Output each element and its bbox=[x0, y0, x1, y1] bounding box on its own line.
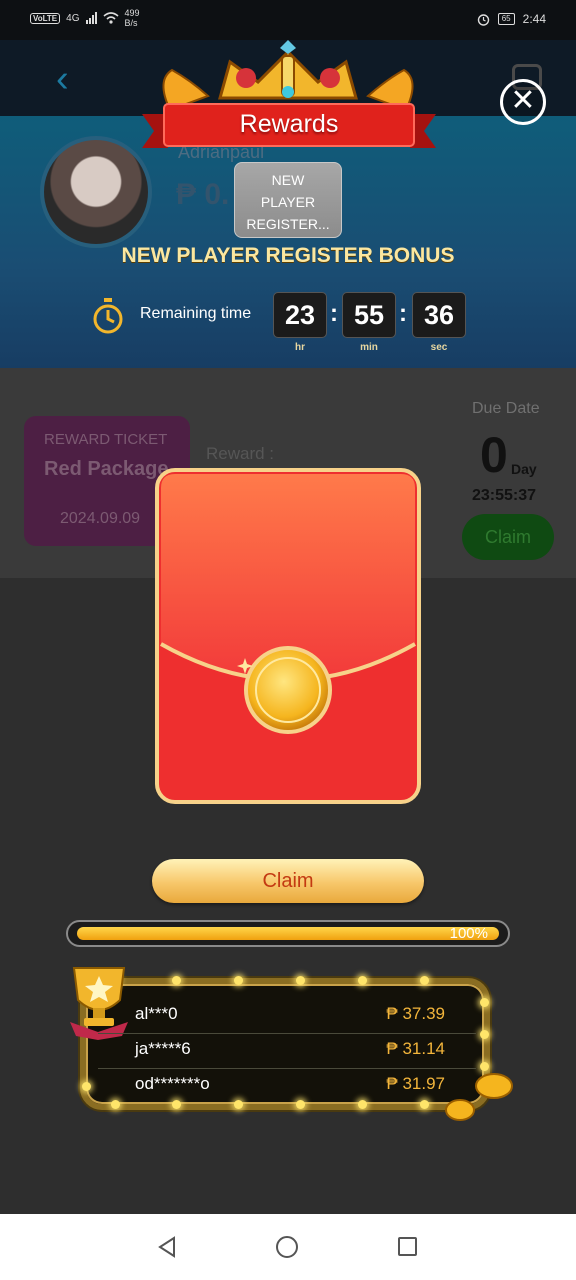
board-light bbox=[82, 1082, 91, 1091]
ticket-label: REWARD TICKET bbox=[44, 431, 168, 448]
timer-minutes-unit: min bbox=[360, 342, 378, 353]
board-light bbox=[480, 998, 489, 1007]
volte-icon: VoLTE bbox=[30, 12, 61, 24]
winner-amount: ₱ 31.97 bbox=[386, 1074, 445, 1093]
ticket-title: Red Package bbox=[44, 458, 169, 480]
board-light bbox=[296, 976, 305, 985]
tooltip-line: PLAYER bbox=[260, 194, 316, 210]
alarm-icon bbox=[477, 13, 489, 26]
avatar bbox=[40, 136, 152, 248]
tooltip-line: REGISTER... bbox=[246, 216, 330, 232]
board-light bbox=[480, 1030, 489, 1039]
board-light bbox=[358, 1100, 367, 1109]
nav-home-icon[interactable] bbox=[276, 1236, 298, 1258]
battery-icon: 65 bbox=[497, 13, 515, 25]
board-light bbox=[234, 976, 243, 985]
board-light bbox=[234, 1100, 243, 1109]
board-light bbox=[358, 976, 367, 985]
winner-name: ja*****6 bbox=[135, 1039, 191, 1058]
timer-colon: : bbox=[330, 300, 338, 327]
back-arrow-icon[interactable]: ‹ bbox=[56, 58, 69, 101]
due-time: 23:55:37 bbox=[472, 487, 537, 504]
timer-seconds-unit: sec bbox=[430, 342, 448, 353]
modal-title: Rewards bbox=[239, 110, 339, 138]
remaining-time-label: Remaining time bbox=[140, 305, 252, 322]
gold-coins-icon bbox=[445, 1073, 513, 1121]
timer-minutes: 55 bbox=[342, 292, 396, 338]
bonus-title: NEW PLAYER REGISTER BONUS bbox=[121, 244, 455, 267]
ticket-date: 2024.09.09 bbox=[60, 510, 141, 527]
ticket-claim-button[interactable]: Claim bbox=[462, 514, 554, 560]
nav-recents-icon[interactable] bbox=[398, 1237, 417, 1256]
board-light bbox=[172, 976, 181, 985]
winner-name: al***0 bbox=[135, 1004, 178, 1023]
winner-amount: ₱ 37.39 bbox=[386, 1004, 445, 1023]
close-button[interactable]: ✕ bbox=[500, 79, 546, 125]
timer-hours-unit: hr bbox=[295, 342, 305, 353]
status-right: 65 2:44 bbox=[477, 12, 546, 26]
progress-fill bbox=[77, 927, 499, 940]
winner-name: od*******o bbox=[135, 1074, 210, 1093]
board-light bbox=[296, 1100, 305, 1109]
wifi-icon bbox=[102, 12, 119, 24]
board-light bbox=[172, 1100, 181, 1109]
due-days: 0 bbox=[480, 427, 508, 483]
trophy-icon bbox=[70, 967, 128, 1040]
signal-icon bbox=[85, 12, 97, 24]
row-divider bbox=[98, 1033, 476, 1034]
timer-hours: 23 bbox=[273, 292, 327, 338]
timer-seconds: 36 bbox=[412, 292, 466, 338]
progress-text: 100% bbox=[449, 925, 488, 942]
winner-row: od*******o ₱ 31.97 bbox=[135, 1070, 445, 1100]
board-light bbox=[111, 1100, 120, 1109]
winner-amount: ₱ 31.14 bbox=[386, 1039, 445, 1058]
red-envelope[interactable] bbox=[155, 468, 421, 804]
row-divider bbox=[98, 1068, 476, 1069]
network-speed: 499 B/s bbox=[124, 8, 140, 28]
status-left: VoLTE 4G 499 B/s bbox=[30, 8, 140, 28]
winner-row: ja*****6 ₱ 31.14 bbox=[135, 1035, 445, 1065]
network-type: 4G bbox=[66, 12, 80, 24]
tooltip-line: NEW bbox=[271, 172, 305, 188]
board-light bbox=[420, 1100, 429, 1109]
winner-row: al***0 ₱ 37.39 bbox=[135, 1000, 445, 1030]
reward-label: Reward : bbox=[206, 444, 275, 463]
balance: ₱ 0. bbox=[176, 178, 230, 211]
stopwatch-icon bbox=[93, 298, 123, 334]
status-bar: VoLTE 4G 499 B/s 65 2:44 bbox=[0, 0, 576, 40]
nav-back-icon[interactable] bbox=[156, 1236, 178, 1258]
due-date-label: Due Date bbox=[472, 400, 540, 417]
claim-button[interactable]: Claim bbox=[152, 859, 424, 903]
progress-bar: 100% bbox=[66, 920, 510, 947]
event-name-tooltip: NEW PLAYER REGISTER... bbox=[234, 162, 342, 238]
due-day-unit: Day bbox=[511, 461, 537, 477]
close-icon: ✕ bbox=[510, 84, 536, 117]
clock: 2:44 bbox=[522, 12, 546, 26]
timer-colon: : bbox=[399, 300, 407, 327]
board-light bbox=[420, 976, 429, 985]
